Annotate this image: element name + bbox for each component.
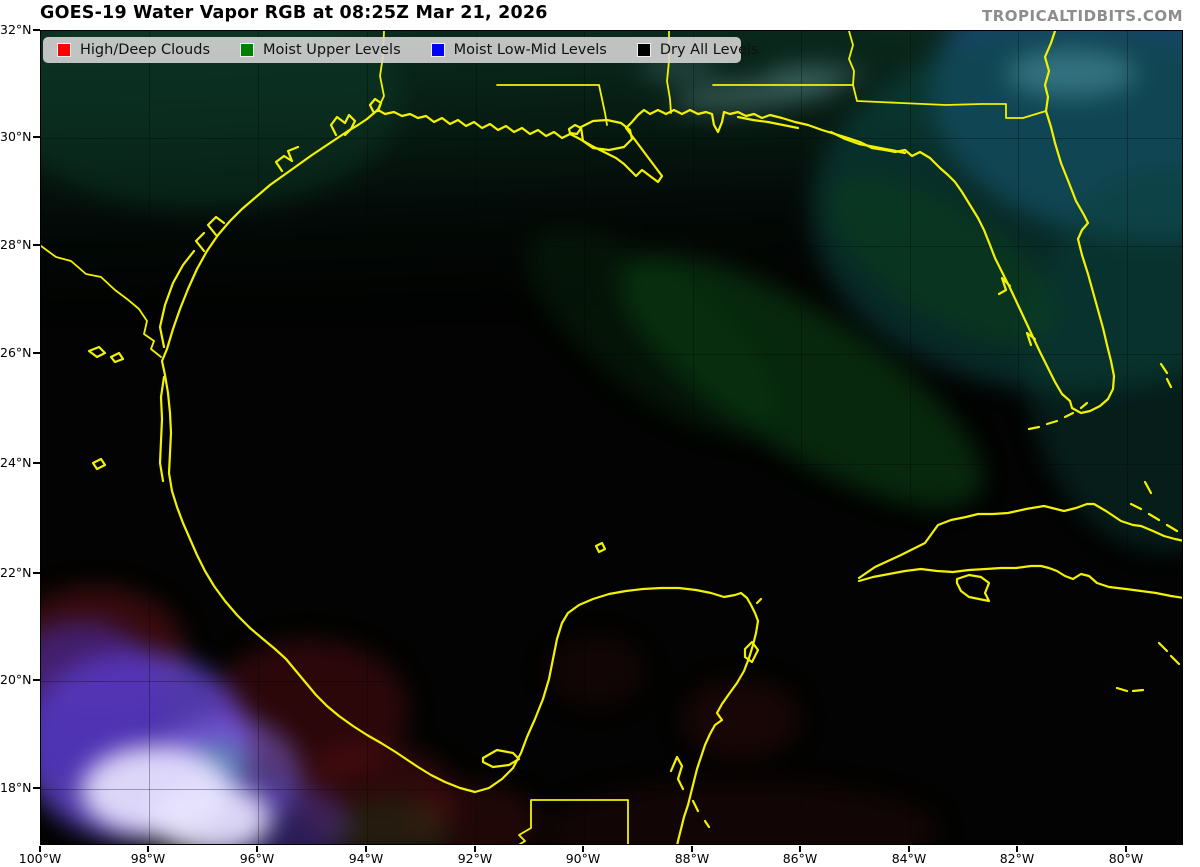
lon-tick-label: 86°W: [770, 851, 830, 866]
legend: High/Deep Clouds Moist Upper Levels Moist …: [43, 37, 741, 63]
galveston-bay: [331, 115, 355, 135]
cuba-south-coast: [859, 566, 1183, 598]
isle-of-youth: [957, 575, 989, 601]
lon-tick-label: 100°W: [10, 851, 70, 866]
legend-label: High/Deep Clouds: [80, 42, 210, 58]
satellite-map: High/Deep Clouds Moist Upper Levels Moist …: [40, 30, 1183, 845]
axis-tick: [33, 136, 40, 138]
lat-tick-label: 22°N: [0, 565, 30, 580]
lon-tick-label: 90°W: [553, 851, 613, 866]
page-title: GOES-19 Water Vapor RGB at 08:25Z Mar 21…: [40, 3, 548, 23]
border-belize-guatemala: [517, 800, 628, 845]
legend-swatch: [637, 43, 651, 57]
lon-tick-label: 98°W: [118, 851, 178, 866]
legend-item: Moist Low-Mid Levels: [431, 42, 607, 58]
border-al-ga: [849, 31, 854, 85]
axis-tick: [33, 787, 40, 789]
laguna-madre-tx: [160, 251, 194, 347]
lon-tick-label: 80°W: [1096, 851, 1156, 866]
charlotte-harbor: [1027, 333, 1035, 345]
axis-tick: [33, 462, 40, 464]
panhandle-sound: [738, 117, 798, 128]
isla-mujeres: [757, 599, 761, 603]
lat-tick-label: 20°N: [0, 672, 30, 687]
chetumal-bay: [671, 757, 709, 827]
axis-tick: [33, 29, 40, 31]
lon-tick-label: 84°W: [879, 851, 939, 866]
legend-swatch: [57, 43, 71, 57]
border-rio-grande: [41, 246, 161, 357]
legend-label: Moist Upper Levels: [263, 42, 401, 58]
lake-maurepas: [569, 125, 581, 134]
lon-tick-label: 92°W: [445, 851, 505, 866]
lat-tick-label: 28°N: [0, 237, 30, 252]
axis-tick: [33, 572, 40, 574]
legend-label: Moist Low-Mid Levels: [454, 42, 607, 58]
alacranes-reef: [596, 543, 605, 552]
legend-item: Moist Upper Levels: [240, 42, 401, 58]
cuba-archipelago: [1131, 504, 1177, 531]
legend-item: High/Deep Clouds: [57, 42, 210, 58]
border-fl-ga: [713, 85, 1046, 118]
lat-tick-label: 32°N: [0, 22, 30, 37]
inland-lakes: [89, 347, 123, 469]
legend-label: Dry All Levels: [660, 42, 759, 58]
axis-tick: [33, 679, 40, 681]
border-la-ms: [497, 85, 607, 125]
lon-tick-label: 94°W: [336, 851, 396, 866]
carmen-island: [483, 750, 519, 767]
watermark-text: TROPICALTIDBITS.COM: [982, 7, 1183, 25]
coastline-layer: [41, 31, 1183, 845]
lat-tick-label: 30°N: [0, 129, 30, 144]
lon-tick-label: 96°W: [227, 851, 287, 866]
florida-keys: [1029, 403, 1087, 429]
laguna-madre-mx: [160, 377, 164, 481]
legend-item: Dry All Levels: [637, 42, 759, 58]
lon-tick-label: 82°W: [987, 851, 1047, 866]
coastline-gulf: [162, 31, 1114, 845]
lon-tick-label: 88°W: [662, 851, 722, 866]
legend-swatch: [431, 43, 445, 57]
axis-tick: [33, 352, 40, 354]
legend-swatch: [240, 43, 254, 57]
lat-tick-label: 26°N: [0, 345, 30, 360]
lat-tick-label: 18°N: [0, 780, 30, 795]
lat-tick-label: 24°N: [0, 455, 30, 470]
axis-tick: [33, 244, 40, 246]
